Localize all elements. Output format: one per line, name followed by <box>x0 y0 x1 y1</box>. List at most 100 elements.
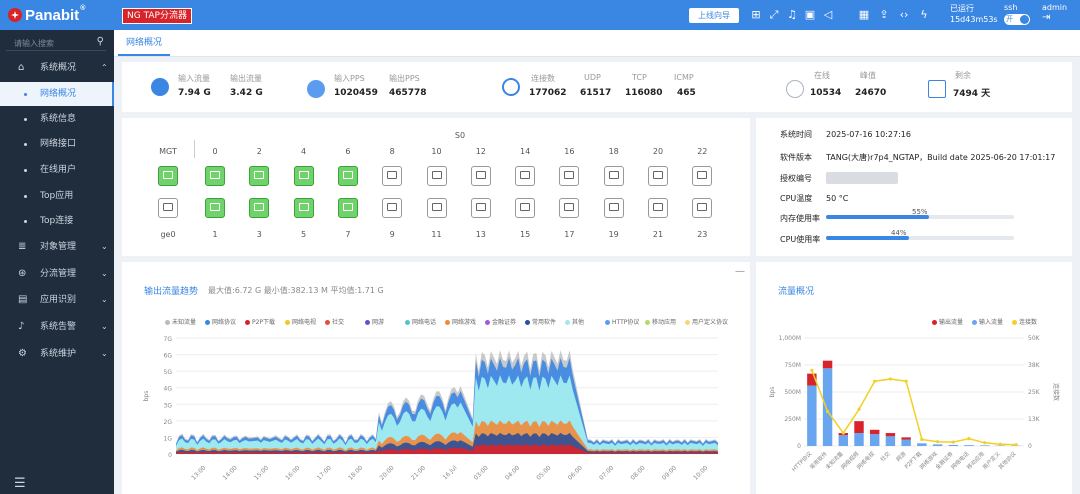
trend-legend-item[interactable]: 金融证券 <box>485 317 516 326</box>
out-traffic-value: 3.42 G <box>230 88 263 98</box>
uptime: 已运行 15d43m53s <box>950 3 1000 25</box>
ethernet-port[interactable] <box>559 166 580 186</box>
bar-input-traffic <box>964 445 974 446</box>
online-label: 在线 <box>814 71 830 80</box>
ethernet-port[interactable] <box>603 198 624 218</box>
ethernet-port[interactable] <box>559 198 580 218</box>
port-number: 6 <box>345 147 351 156</box>
ethernet-port[interactable] <box>382 198 403 218</box>
trend-legend-item[interactable]: 网游 <box>365 317 384 326</box>
ethernet-port[interactable] <box>382 166 403 186</box>
sidebar-subitem-network-overview[interactable]: 网络概况 <box>0 82 114 106</box>
monitor-icon[interactable]: ▣ <box>804 9 816 21</box>
mgt-port-bottom[interactable] <box>158 198 178 218</box>
ethernet-port[interactable] <box>603 166 624 186</box>
icmp-value: 465 <box>677 88 696 98</box>
ethernet-port[interactable] <box>515 166 536 186</box>
port-number: 18 <box>608 147 619 156</box>
power-icon[interactable]: ϟ <box>918 9 930 21</box>
sidebar-subitem-interfaces[interactable]: 网络接口 <box>0 132 114 156</box>
sidebar-item-objects[interactable]: ≣ 对象管理 ⌄ <box>0 236 114 258</box>
menu-search[interactable]: 请输入搜索 ⚲ <box>6 36 106 51</box>
legend-dot <box>365 320 370 325</box>
ethernet-port[interactable] <box>648 166 668 186</box>
trend-legend-item[interactable]: HTTP协议 <box>605 317 639 326</box>
ethernet-port[interactable] <box>515 198 536 218</box>
fullscreen-icon[interactable]: ⤢ <box>768 9 780 21</box>
ethernet-port[interactable] <box>426 198 447 218</box>
mgt-port-top[interactable] <box>158 166 178 186</box>
tab-network-overview[interactable]: 网络概况 <box>118 30 171 56</box>
connections-label: 连接数 <box>531 74 555 83</box>
ethernet-port[interactable] <box>293 166 314 186</box>
ethernet-port[interactable] <box>470 166 491 186</box>
grid-icon[interactable]: ▦ <box>858 9 870 21</box>
port-number: 14 <box>520 147 531 156</box>
in-pps-label: 输入PPS <box>334 74 365 83</box>
collapse-menu-icon[interactable]: ☰ <box>14 476 26 491</box>
ethernet-port[interactable] <box>337 198 358 218</box>
overview-legend-item[interactable]: 连接数 <box>1012 317 1037 326</box>
share-icon[interactable]: ◁ <box>822 9 834 21</box>
sidebar-item-overview[interactable]: ⌂ 系统概况 ⌃ <box>0 57 114 79</box>
trend-legend-item[interactable]: 网络电话 <box>405 317 436 326</box>
sidebar-item-label: 应用识别 <box>40 295 77 305</box>
panabit-logo[interactable]: Panabit ® <box>8 5 85 25</box>
cpu-temp-row: CPU温度 50 °C <box>780 193 848 204</box>
ethernet-port[interactable] <box>205 198 225 218</box>
trend-legend-item[interactable]: 网络电视 <box>285 317 316 326</box>
sidebar-subitem-top-apps[interactable]: Top应用 <box>0 184 114 208</box>
sidebar-item-alarms[interactable]: ♪ 系统告警 ⌄ <box>0 316 114 338</box>
ethernet-port[interactable] <box>293 198 314 218</box>
sidebar-item-maintenance[interactable]: ⚙ 系统维护 ⌄ <box>0 343 114 365</box>
sidebar-item-flow[interactable]: ⊛ 分流管理 ⌄ <box>0 263 114 285</box>
cpu-temp-label: CPU温度 <box>780 194 813 203</box>
y-tick-label: 6G <box>164 353 173 360</box>
legend-dot <box>325 320 330 325</box>
license-number-label: 授权编号 <box>780 173 812 183</box>
x-tick-label: 21:00 <box>410 464 427 481</box>
sidebar-subitem-system-info[interactable]: 系统信息 <box>0 107 114 131</box>
overview-legend-item[interactable]: 输出流量 <box>932 317 963 326</box>
ethernet-port[interactable] <box>337 166 358 186</box>
y2-tick-label: 25K <box>1028 389 1041 396</box>
dashboard-icon[interactable]: ⊞ <box>750 9 762 21</box>
notification-bell-icon[interactable]: ♫ <box>786 9 798 21</box>
setup-guide-button[interactable]: 上线向导 <box>689 8 739 23</box>
trend-legend-item[interactable]: 网络协议 <box>205 317 236 326</box>
trend-legend-item[interactable]: 网络游戏 <box>445 317 476 326</box>
x-tick-label: 网游 <box>894 449 908 463</box>
ethernet-port[interactable] <box>692 166 713 186</box>
ethernet-port[interactable] <box>205 166 225 186</box>
search-icon[interactable]: ⚲ <box>97 36 104 47</box>
overview-legend-item[interactable]: 输入流量 <box>972 317 1003 326</box>
ethernet-port[interactable] <box>692 198 713 218</box>
upload-icon[interactable]: ⇪ <box>878 9 890 21</box>
trend-legend-item[interactable]: 其他 <box>565 317 584 326</box>
port-number: 9 <box>389 230 395 239</box>
y-tick-label: 750M <box>784 362 801 369</box>
minimize-icon[interactable]: — <box>735 266 745 277</box>
sidebar-subitem-online-users[interactable]: 在线用户 <box>0 158 114 182</box>
ethernet-port[interactable] <box>426 166 447 186</box>
sidebar-subitem-top-connections[interactable]: Top连接 <box>0 209 114 233</box>
logout-icon[interactable]: ⇥ <box>1042 12 1067 23</box>
ssh-toggle[interactable]: 开 <box>1004 14 1030 25</box>
trend-legend-item[interactable]: 常用软件 <box>525 317 556 326</box>
ethernet-port[interactable] <box>249 166 270 186</box>
trend-legend-item[interactable]: 用户定义协议 <box>685 317 728 326</box>
ethernet-port[interactable] <box>470 198 491 218</box>
cpu-usage-label: CPU使用率 <box>780 235 821 244</box>
overview-chart-title: 流量概况 <box>778 287 815 297</box>
trend-legend-item[interactable]: 移动应用 <box>645 317 676 326</box>
user-menu[interactable]: admin ⇥ <box>1042 3 1067 23</box>
sidebar-item-app-id[interactable]: ▤ 应用识别 ⌄ <box>0 289 114 311</box>
ethernet-port[interactable] <box>648 198 668 218</box>
bar-input-traffic <box>932 444 943 446</box>
trend-legend-item[interactable]: 社交 <box>325 317 344 326</box>
code-icon[interactable]: ‹› <box>898 9 910 21</box>
ethernet-port[interactable] <box>249 198 270 218</box>
port-number: 10 <box>431 147 442 156</box>
trend-legend-item[interactable]: P2P下载 <box>245 317 275 326</box>
trend-legend-item[interactable]: 未知流量 <box>165 317 196 326</box>
